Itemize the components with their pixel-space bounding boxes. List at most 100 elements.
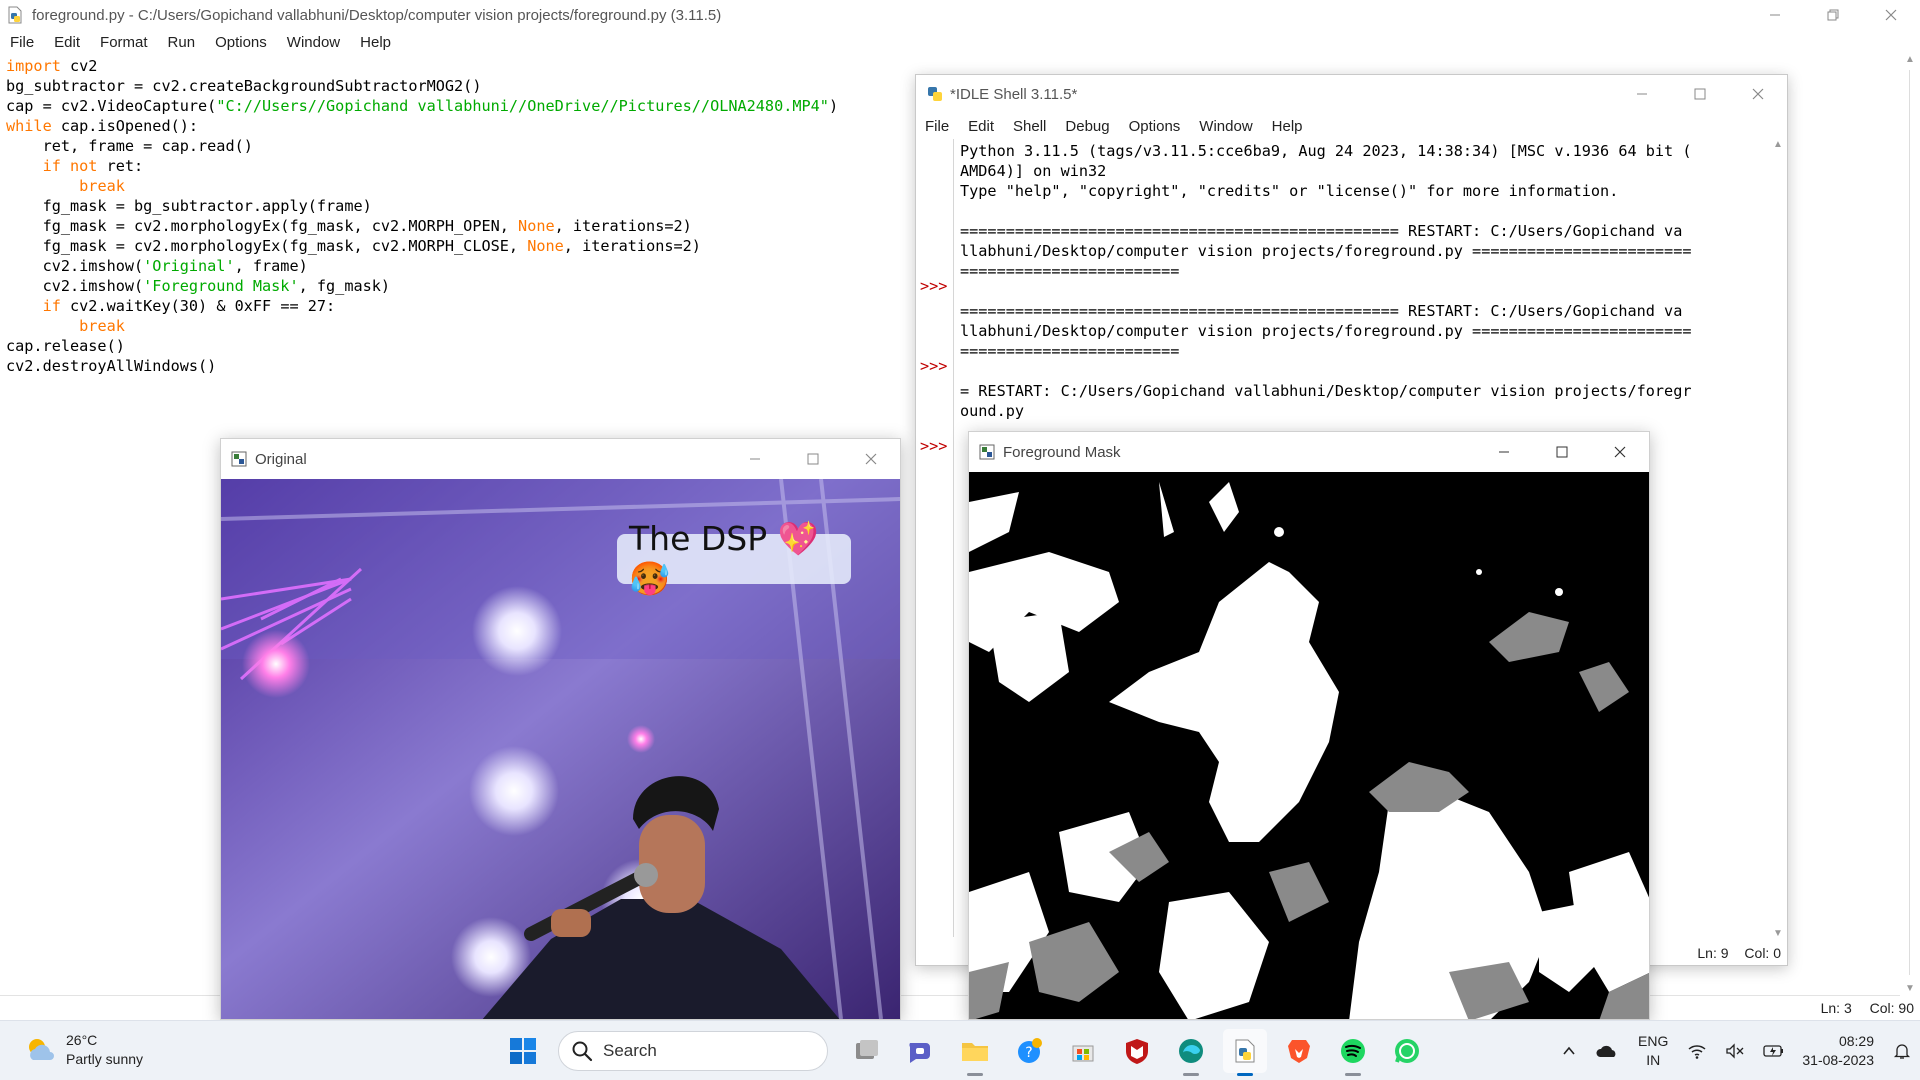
close-button[interactable] <box>1729 75 1787 113</box>
close-button[interactable] <box>1591 432 1649 472</box>
menu-options[interactable]: Options <box>205 34 277 51</box>
brave-lion-icon <box>1288 1040 1310 1063</box>
get-help-button[interactable]: ? <box>1007 1029 1051 1073</box>
line-indicator: Ln: 9 <box>1697 945 1729 961</box>
menu-window[interactable]: Window <box>1190 118 1262 135</box>
whatsapp-button[interactable] <box>1385 1029 1429 1073</box>
shell-prompt-gutter: >>> >>> >>> <box>916 139 954 937</box>
close-icon <box>865 453 877 465</box>
scroll-up-arrow-icon[interactable]: ▲ <box>1773 139 1783 150</box>
clock[interactable]: 08:29 31-08-2023 <box>1802 1032 1874 1070</box>
minimize-button[interactable] <box>1746 0 1804 30</box>
code-text: cv2.destroyAllWindows() <box>6 357 217 375</box>
video-caption: The DSP 💖🥵 <box>617 519 851 598</box>
original-window-title: Original <box>255 450 307 468</box>
volume-button[interactable] <box>1725 1043 1745 1059</box>
shell-output-line <box>960 281 1770 301</box>
python-icon <box>928 87 942 101</box>
menu-edit[interactable]: Edit <box>44 34 90 51</box>
code-keyword: if <box>42 297 61 315</box>
start-button[interactable] <box>501 1029 545 1073</box>
microsoft-edge-button[interactable] <box>1169 1029 1213 1076</box>
edge-icon <box>1179 1039 1203 1063</box>
restore-button[interactable] <box>1804 0 1862 30</box>
notifications-button[interactable] <box>1893 1042 1911 1060</box>
task-view-button[interactable] <box>845 1029 889 1073</box>
editor-menubar: File Edit Format Run Options Window Help <box>0 30 1920 54</box>
menu-format[interactable]: Format <box>90 34 158 51</box>
scrollbar-track[interactable] <box>1909 70 1910 975</box>
code-text: fg_mask = cv2.morphologyEx(fg_mask, cv2.… <box>6 237 528 255</box>
shell-window-title: *IDLE Shell 3.11.5* <box>950 85 1078 103</box>
menu-edit[interactable]: Edit <box>959 118 1004 135</box>
minimize-button[interactable] <box>1475 432 1533 472</box>
running-indicator <box>967 1073 983 1076</box>
teams-chat-button[interactable] <box>899 1029 943 1073</box>
onedrive-button[interactable] <box>1595 1043 1619 1059</box>
taskbar: 26°C Partly sunny Search ? ENG IN 08:29 … <box>0 1020 1920 1080</box>
idle-file-icon <box>8 6 22 24</box>
battery-button[interactable] <box>1763 1043 1785 1059</box>
minimize-button[interactable] <box>726 439 784 479</box>
minimize-icon <box>1499 451 1509 453</box>
shell-output-line: llabhuni/Desktop/computer vision project… <box>960 322 1692 340</box>
menu-help[interactable]: Help <box>1263 118 1313 135</box>
clock-date: 31-08-2023 <box>1802 1052 1874 1068</box>
menu-window[interactable]: Window <box>277 34 350 51</box>
opencv-window-icon <box>231 451 247 467</box>
menu-file[interactable]: File <box>0 34 44 51</box>
store-icon <box>1072 1045 1094 1062</box>
editor-title-bar[interactable]: foreground.py - C:/Users/Gopichand valla… <box>0 0 1920 30</box>
editor-status-bar: Ln: 3 Col: 90 <box>1807 1000 1914 1016</box>
maximize-icon <box>1694 88 1706 100</box>
scroll-down-arrow-icon[interactable]: ▼ <box>1773 928 1783 939</box>
code-string: "C://Users//Gopichand vallabhuni//OneDri… <box>216 97 829 115</box>
network-button[interactable] <box>1687 1043 1707 1059</box>
teams-chat-icon <box>909 1043 930 1063</box>
maximize-button[interactable] <box>1671 75 1729 113</box>
weather-widget[interactable]: 26°C Partly sunny <box>24 1031 143 1069</box>
file-explorer-button[interactable] <box>953 1029 997 1076</box>
opencv-window-icon <box>979 444 995 460</box>
close-button[interactable] <box>1862 0 1920 30</box>
brave-browser-button[interactable] <box>1277 1029 1321 1073</box>
menu-shell[interactable]: Shell <box>1004 118 1056 135</box>
mcafee-button[interactable] <box>1115 1029 1159 1073</box>
code-text: cap = cv2.VideoCapture( <box>6 97 217 115</box>
menu-help[interactable]: Help <box>350 34 401 51</box>
running-indicator <box>1237 1073 1253 1076</box>
shell-scrollbar[interactable]: ▲ ▼ <box>1769 139 1787 939</box>
minimize-icon <box>1770 14 1780 16</box>
language-indicator[interactable]: ENG IN <box>1638 1032 1668 1070</box>
code-text: , fg_mask) <box>298 277 391 295</box>
taskbar-search-box[interactable]: Search <box>558 1031 828 1071</box>
original-title-bar[interactable]: Original <box>221 439 900 479</box>
menu-debug[interactable]: Debug <box>1056 118 1119 135</box>
code-text: bg_subtractor = cv2.createBackgroundSubt… <box>6 77 482 95</box>
maximize-button[interactable] <box>784 439 842 479</box>
scroll-up-arrow-icon[interactable]: ▲ <box>1905 54 1915 65</box>
editor-scrollbar[interactable]: ▲ ▼ <box>1900 54 1920 994</box>
menu-run[interactable]: Run <box>158 34 206 51</box>
code-string: 'Foreground Mask' <box>143 277 299 295</box>
spotify-button[interactable] <box>1331 1029 1375 1076</box>
maximize-button[interactable] <box>1533 432 1591 472</box>
shell-output[interactable]: Python 3.11.5 (tags/v3.11.5:cce6ba9, Aug… <box>960 141 1770 421</box>
editor-window-title: foreground.py - C:/Users/Gopichand valla… <box>32 6 722 24</box>
mask-title-bar[interactable]: Foreground Mask <box>969 432 1649 472</box>
scroll-down-arrow-icon[interactable]: ▼ <box>1905 983 1915 994</box>
menu-options[interactable]: Options <box>1120 118 1191 135</box>
maximize-icon <box>807 453 819 465</box>
menu-file[interactable]: File <box>916 118 959 135</box>
code-keyword: while <box>6 117 52 135</box>
microsoft-store-button[interactable] <box>1061 1029 1105 1073</box>
code-keyword: break <box>79 177 125 195</box>
task-view-icon <box>856 1040 878 1059</box>
show-hidden-icons-button[interactable] <box>1561 1043 1577 1059</box>
close-button[interactable] <box>842 439 900 479</box>
shell-title-bar[interactable]: *IDLE Shell 3.11.5* <box>916 75 1787 113</box>
idle-python-button[interactable] <box>1223 1029 1267 1076</box>
minimize-button[interactable] <box>1613 75 1671 113</box>
